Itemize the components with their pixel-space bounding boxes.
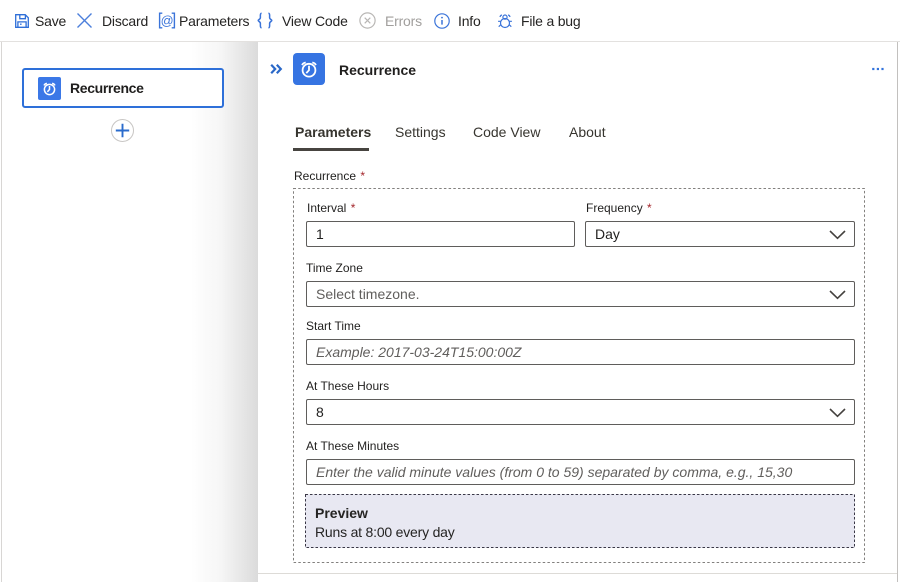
svg-text:@: @	[161, 13, 174, 28]
